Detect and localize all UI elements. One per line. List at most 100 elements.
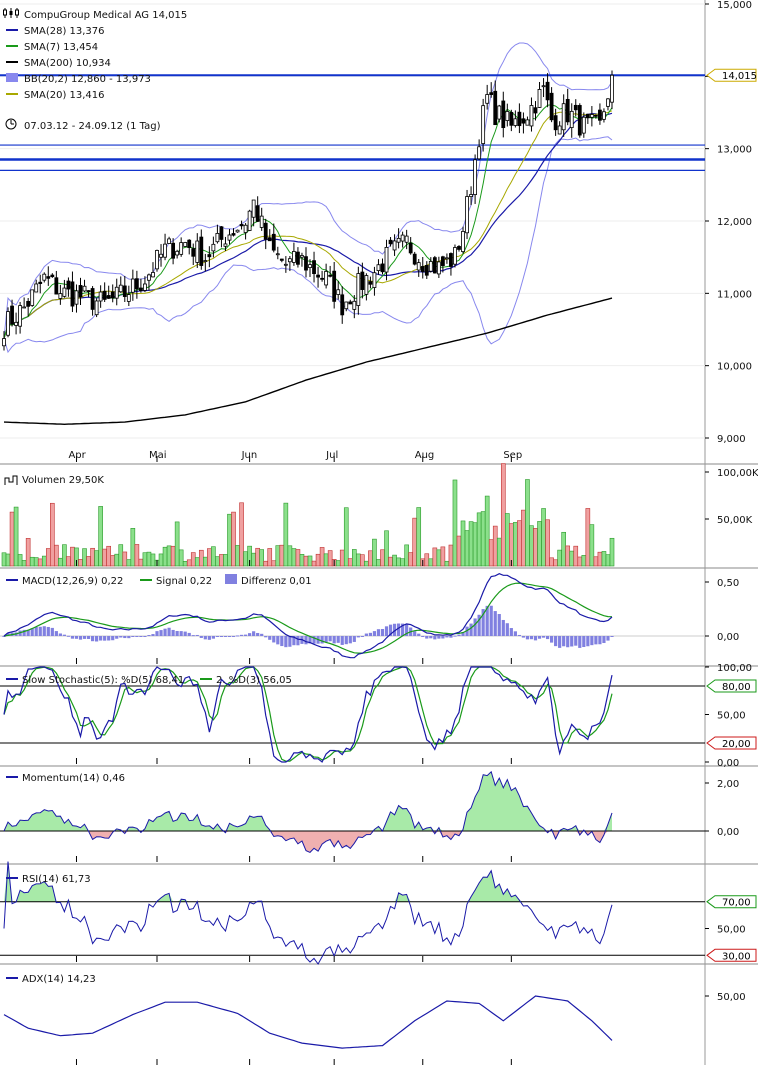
volume-bar [335,560,341,567]
candle-body [151,272,155,278]
macd-histogram-bar [276,636,280,645]
volume-bar [565,545,571,567]
candle-body [199,236,204,266]
macd-histogram-bar [195,634,199,636]
volume-bar [25,538,31,567]
volume-bar [255,547,260,567]
candle-body [440,256,445,266]
volume-bar [54,544,59,567]
value-tag: 20,00 [706,736,757,750]
volume-bar [605,554,611,567]
value-tag-text: 30,00 [722,951,751,962]
volume-bar [448,544,454,567]
candle-body [416,262,421,271]
macd-histogram-bar [574,636,578,646]
candle-body [424,264,429,276]
axis-tick-label: 50,00 [717,992,746,1003]
macd-histogram-bar [493,611,497,636]
candle-body [70,281,75,307]
volume-bar [468,521,474,567]
macd-histogram-bar [264,636,268,638]
volume-bar [460,520,466,567]
volume-bar [211,546,216,567]
macd-histogram-bar [288,636,292,647]
candle-body [171,242,176,259]
candle-body [593,114,598,117]
momentum-label: Momentum(14) 0,46 [22,773,125,784]
volume-bar [529,525,534,567]
macd-histogram-bar [469,623,473,636]
macd-label: MACD(12,26,9) 0,22 [22,576,123,587]
candle-body [259,215,264,228]
volume-bar [267,548,273,567]
volume-bar [29,556,35,567]
macd-histogram-bar [368,632,373,636]
macd-histogram-bar [590,636,594,646]
candle-body [263,222,268,240]
macd-histogram-bar [191,635,195,637]
macd-histogram-bar [360,636,364,637]
volume-bar [45,548,51,567]
candle-body [364,275,369,295]
macd-histogram-bar [380,628,385,636]
legend-item: BB(20,2) 12,860 - 13,973 [6,73,151,85]
macd-histogram-bar [143,636,147,637]
candle-body [6,311,10,336]
macd-histogram-bar [70,636,75,639]
volume-bar [561,531,566,567]
candle-body [130,278,135,293]
value-tag-text: 20,00 [722,739,751,750]
volume-bar [90,547,95,567]
volume-bar [126,559,132,567]
volume-bar [58,557,63,567]
macd-histogram-bar [384,626,389,636]
candle [465,189,469,240]
macd-histogram-bar [66,635,71,637]
volume-bar [166,545,172,567]
axis-tick-label: 0,00 [717,827,739,838]
diff-swatch [225,574,237,584]
macd-histogram-bar [433,636,437,640]
macd-histogram-bar [340,636,344,645]
candle-body [275,253,280,256]
volume-bar [263,560,269,567]
month-label: Aug [415,450,435,461]
volume-bar [158,553,164,567]
macd-histogram-bar [525,636,530,640]
candle-body [392,240,397,251]
volume-bar [408,552,413,567]
candle-body [396,237,401,243]
candle [453,244,457,268]
volume-bar [424,553,430,567]
macd-histogram-bar [296,636,300,646]
candle-body [283,263,288,266]
macd-histogram-bar [344,636,348,645]
candle-body [159,253,163,258]
volume-bar [319,547,325,567]
axis-tick-label: 100,00K [717,468,758,479]
axis-tick-label: 13,000 [717,145,752,156]
candle-body [545,81,550,101]
diff-label: Differenz 0,01 [241,576,312,587]
candle-body [553,115,558,131]
volume-bar [456,535,462,567]
macd-histogram-bar [537,636,542,639]
volume-bar [287,545,293,567]
macd-histogram-bar [227,636,232,637]
volume-bar [472,522,478,567]
candle [155,249,159,272]
candle-body [493,90,498,126]
volume-bar [102,548,107,567]
stock-chart: CompuGroup Medical AG 14,015 SMA(28) 13,… [0,0,758,1065]
volume-bar [517,520,522,567]
candle-body [147,274,151,281]
candle-body [58,293,63,299]
macd-histogram-bar [235,635,240,637]
candle-body [292,251,296,263]
volume-bar [94,550,99,567]
volume-bar [178,549,184,567]
candle-body [239,224,244,227]
volume-bar [219,554,224,567]
volume-bar [41,555,47,567]
candle-body [549,92,554,121]
